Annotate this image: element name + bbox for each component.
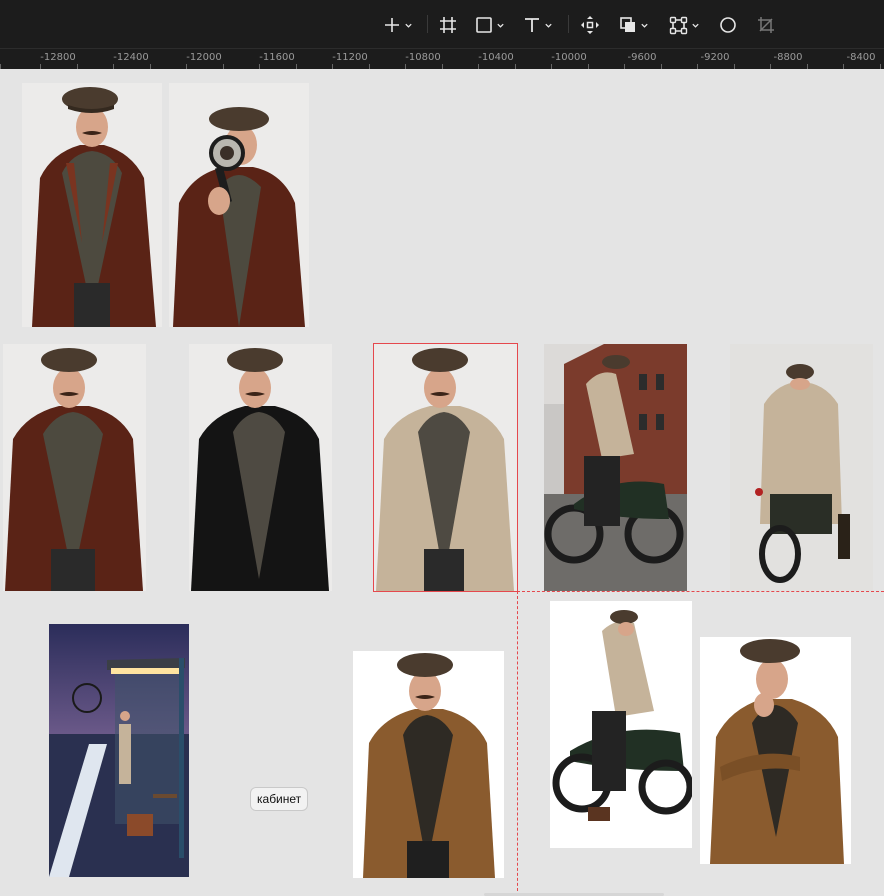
ellipse-tool[interactable] bbox=[719, 12, 737, 38]
component-tool[interactable] bbox=[669, 12, 700, 38]
plus-icon bbox=[385, 18, 399, 32]
image-motorcycle-back[interactable] bbox=[730, 344, 873, 591]
circle-icon bbox=[720, 17, 736, 33]
ruler-label: -10000 bbox=[551, 52, 587, 63]
sticky-note[interactable]: кабинет bbox=[250, 787, 309, 811]
design-canvas[interactable]: кабинет bbox=[0, 69, 884, 896]
image-beige-coat-selected[interactable] bbox=[373, 343, 518, 592]
smart-guide-vertical bbox=[517, 591, 518, 896]
crop-icon bbox=[758, 17, 774, 33]
ruler-label: -11600 bbox=[259, 52, 295, 63]
text-tool[interactable] bbox=[523, 12, 553, 38]
image-thinking[interactable] bbox=[700, 637, 851, 864]
horizontal-ruler: -12800 -12400 -12000 -11600 -11200 -1080… bbox=[0, 48, 884, 69]
chevron-down-icon bbox=[545, 23, 552, 28]
chevron-down-icon bbox=[405, 23, 412, 28]
editor-app: -12800 -12400 -12000 -11600 -11200 -1080… bbox=[0, 0, 884, 896]
chevron-down-icon bbox=[692, 23, 699, 28]
crop-tool[interactable] bbox=[757, 12, 775, 38]
shape-tool[interactable] bbox=[475, 12, 505, 38]
ruler-label: -11200 bbox=[332, 52, 368, 63]
ruler-label: -12800 bbox=[40, 52, 76, 63]
image-brown-coat[interactable] bbox=[353, 651, 504, 878]
component-icon bbox=[669, 16, 688, 34]
move-icon bbox=[581, 16, 599, 34]
boolean-tool[interactable] bbox=[619, 12, 649, 38]
ruler-label: -9200 bbox=[700, 52, 730, 63]
smart-guide-horizontal bbox=[517, 591, 884, 592]
image-magnifier[interactable] bbox=[169, 83, 309, 327]
frame-tool[interactable] bbox=[439, 12, 457, 38]
image-leather-coat-2[interactable] bbox=[3, 344, 146, 591]
chevron-down-icon bbox=[497, 23, 504, 28]
image-leather-coat-1[interactable] bbox=[22, 83, 162, 327]
ruler-label: -8800 bbox=[773, 52, 803, 63]
ruler-label: -10400 bbox=[478, 52, 514, 63]
top-toolbar bbox=[0, 0, 884, 48]
rectangle-icon bbox=[476, 17, 492, 33]
ruler-label: -10800 bbox=[405, 52, 441, 63]
toolbar-divider bbox=[427, 15, 428, 33]
image-bus-stop[interactable] bbox=[49, 624, 189, 877]
chevron-down-icon bbox=[641, 23, 648, 28]
image-black-coat[interactable] bbox=[189, 344, 332, 591]
ruler-label: -9600 bbox=[627, 52, 657, 63]
text-icon bbox=[525, 18, 539, 32]
ruler-label: -12000 bbox=[186, 52, 222, 63]
boolean-icon bbox=[620, 17, 635, 32]
ruler-label: -12400 bbox=[113, 52, 149, 63]
image-motorcycle-street[interactable] bbox=[544, 344, 687, 591]
frame-icon bbox=[440, 17, 456, 33]
image-motorcycle-white[interactable] bbox=[550, 601, 692, 848]
ruler-label: -8400 bbox=[846, 52, 876, 63]
move-tool[interactable] bbox=[580, 12, 600, 38]
toolbar-divider bbox=[568, 15, 569, 33]
add-tool[interactable] bbox=[383, 12, 413, 38]
